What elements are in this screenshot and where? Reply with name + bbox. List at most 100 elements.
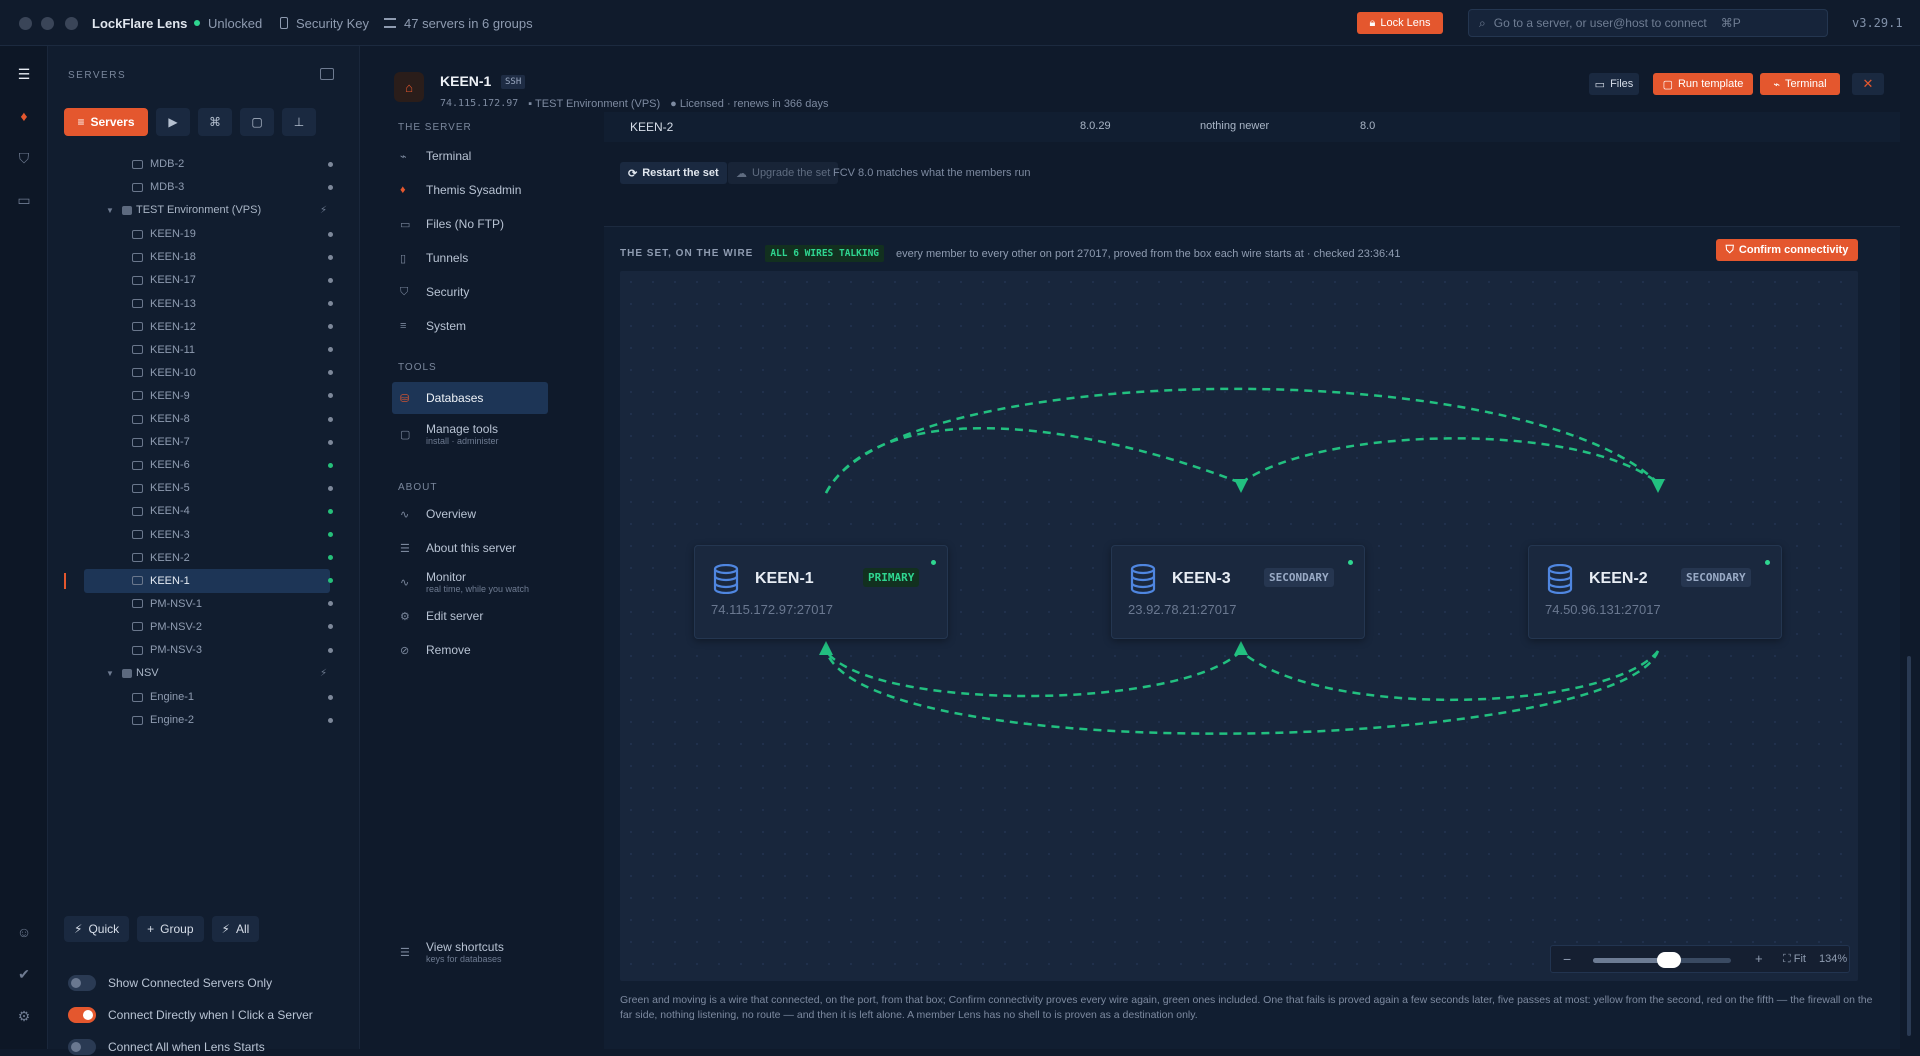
status-dot	[328, 161, 333, 167]
check-badge-icon[interactable]: ✔	[14, 964, 34, 984]
files-button[interactable]: ▭ Files	[1589, 73, 1639, 95]
sidebar-collapse-icon[interactable]	[320, 68, 334, 80]
wire-keen3-keen1	[824, 650, 1242, 698]
server-icon	[132, 299, 143, 308]
toggle-switch[interactable]	[68, 1007, 96, 1023]
search-input[interactable]: ⌕ Go to a server, or user@host to connec…	[1468, 9, 1828, 37]
folder-icon[interactable]: ▭	[14, 190, 34, 210]
server-row[interactable]: KEEN-11	[64, 338, 333, 362]
server-ip: 74.115.172.97	[440, 98, 519, 109]
toggle-connect-all-on-start[interactable]: Connect All when Lens Starts	[68, 1038, 265, 1056]
server-row[interactable]: KEEN-18	[64, 245, 333, 269]
server-row[interactable]: PM-NSV-2	[64, 615, 333, 639]
zoom-in-button[interactable]: +	[1755, 951, 1763, 966]
server-row[interactable]: KEEN-8	[64, 407, 333, 431]
chevron-down-icon[interactable]: ▼	[106, 669, 114, 678]
subnav-security[interactable]: ⛉ Security	[392, 280, 548, 304]
subnav-monitor[interactable]: ∿ Monitor real time, while you watch	[392, 568, 548, 602]
tab-code[interactable]: ⌘	[198, 108, 232, 136]
server-row[interactable]: KEEN-5	[64, 476, 333, 500]
add-group-button[interactable]: + Group	[137, 916, 204, 942]
gear-icon: ⚙	[400, 610, 410, 623]
server-row[interactable]: KEEN-6	[64, 453, 333, 477]
quick-connect-button[interactable]: ⚡︎ Quick	[64, 916, 130, 942]
servers-nav-icon[interactable]: ☰	[14, 64, 34, 84]
subnav-system[interactable]: ≡ System	[392, 314, 548, 338]
server-row[interactable]: KEEN-7	[64, 430, 333, 454]
toggle-switch[interactable]	[68, 1039, 96, 1055]
users-icon[interactable]: ☺	[14, 922, 34, 942]
tab-box[interactable]: ▢	[240, 108, 274, 136]
server-row[interactable]: KEEN-19	[64, 222, 333, 246]
topology-canvas[interactable]: KEEN-1 PRIMARY 74.115.172.97:27017 KEEN-…	[620, 271, 1858, 981]
subnav-tunnels[interactable]: ▯ Tunnels	[392, 246, 548, 270]
subnav-overview[interactable]: ∿ Overview	[392, 502, 548, 526]
connect-all-button[interactable]: ⚡︎ All	[211, 916, 260, 942]
close-button[interactable]: ✕	[1852, 73, 1884, 95]
node-keen-3[interactable]: KEEN-3 SECONDARY 23.92.78.21:27017	[1111, 545, 1365, 639]
node-keen-2[interactable]: KEEN-2 SECONDARY 74.50.96.131:27017	[1528, 545, 1782, 639]
tab-play[interactable]: ▶	[156, 108, 190, 136]
server-row[interactable]: KEEN-13	[64, 292, 333, 316]
toggle-switch[interactable]	[68, 975, 96, 991]
arrow-into-keen2	[1651, 479, 1665, 493]
subnav-databases[interactable]: ⛁ Databases	[392, 382, 548, 414]
section-about: ABOUT	[398, 482, 438, 493]
tab-topology[interactable]: ⊥	[282, 108, 316, 136]
server-row[interactable]: KEEN-1	[64, 568, 333, 593]
subnav-themis-sysadmin[interactable]: ♦ Themis Sysadmin	[392, 178, 548, 202]
refresh-icon: ⟳	[628, 167, 638, 180]
toggle-connect-directly[interactable]: Connect Directly when I Click a Server	[68, 1006, 313, 1024]
server-row[interactable]: KEEN-10	[64, 361, 333, 385]
subnav-files[interactable]: ▭ Files (No FTP)	[392, 212, 548, 236]
server-tree: MDB-2 MDB-3 ▼ TEST Environment (VPS) ⚡︎ KEEN-…	[64, 152, 344, 896]
server-row[interactable]: Engine-2	[64, 708, 333, 732]
server-row[interactable]: Engine-1	[64, 685, 333, 709]
server-row[interactable]: KEEN-3	[64, 523, 333, 547]
subnav-edit-server[interactable]: ⚙ Edit server	[392, 604, 548, 628]
status-dot	[328, 532, 333, 537]
server-row[interactable]: PM-NSV-3	[64, 638, 333, 662]
server-row[interactable]: MDB-2	[64, 152, 333, 176]
server-group-row[interactable]: ▼ NSV ⚡︎	[64, 661, 330, 685]
minimize-window-button[interactable]	[41, 17, 54, 30]
wire-legend-note: Green and moving is a wire that connecte…	[620, 994, 1873, 1021]
bolt-icon[interactable]: ⚡︎	[320, 668, 327, 679]
tab-servers[interactable]: ≡ Servers	[64, 108, 148, 136]
subnav-remove[interactable]: ⊘ Remove	[392, 638, 548, 662]
shield-icon[interactable]: ⛉	[14, 148, 34, 168]
zoom-slider-handle[interactable]	[1656, 952, 1681, 968]
confirm-connectivity-button[interactable]: ⛉ Confirm connectivity	[1716, 239, 1858, 261]
flame-icon[interactable]: ♦	[14, 106, 34, 126]
chevron-down-icon[interactable]: ▼	[106, 206, 114, 215]
terminal-button[interactable]: ⌁ Terminal	[1760, 73, 1840, 95]
subnav-view-shortcuts[interactable]: ☰ View shortcuts keys for databases	[392, 938, 548, 972]
run-template-button[interactable]: ▢ Run template	[1653, 73, 1753, 95]
server-row[interactable]: KEEN-12	[64, 315, 333, 339]
zoom-slider[interactable]	[1593, 952, 1731, 968]
toggle-show-connected[interactable]: Show Connected Servers Only	[68, 974, 272, 992]
upgrade-set-button[interactable]: ☁ Upgrade the set	[728, 162, 839, 184]
zoom-out-button[interactable]: −	[1563, 951, 1571, 967]
lock-lens-button[interactable]: 🔒︎ Lock Lens	[1357, 12, 1443, 34]
subnav-about-server[interactable]: ☰ About this server	[392, 536, 548, 560]
server-row[interactable]: MDB-3	[64, 175, 333, 199]
bolt-icon[interactable]: ⚡︎	[320, 205, 327, 216]
node-keen-1[interactable]: KEEN-1 PRIMARY 74.115.172.97:27017	[694, 545, 948, 639]
server-row[interactable]: KEEN-9	[64, 384, 333, 408]
server-row[interactable]: PM-NSV-1	[64, 592, 333, 616]
server-group-row[interactable]: ▼ TEST Environment (VPS) ⚡︎	[64, 198, 330, 222]
close-window-button[interactable]	[19, 17, 32, 30]
server-icon	[132, 715, 143, 725]
subnav-terminal[interactable]: ⌁ Terminal	[392, 144, 548, 168]
fit-button[interactable]: ⛶ Fit	[1783, 953, 1806, 966]
server-row[interactable]: KEEN-17	[64, 268, 333, 292]
restart-set-button[interactable]: ⟳ Restart the set	[620, 162, 727, 184]
content-scrollbar[interactable]	[1907, 656, 1911, 1036]
server-row[interactable]: KEEN-4	[64, 499, 333, 523]
subnav-manage-tools[interactable]: ▢ Manage tools install · administer	[392, 420, 548, 454]
security-key-label[interactable]: Security Key	[296, 16, 369, 31]
server-row[interactable]: KEEN-2	[64, 546, 333, 570]
zoom-window-button[interactable]	[65, 17, 78, 30]
gear-icon[interactable]: ⚙	[14, 1006, 34, 1026]
